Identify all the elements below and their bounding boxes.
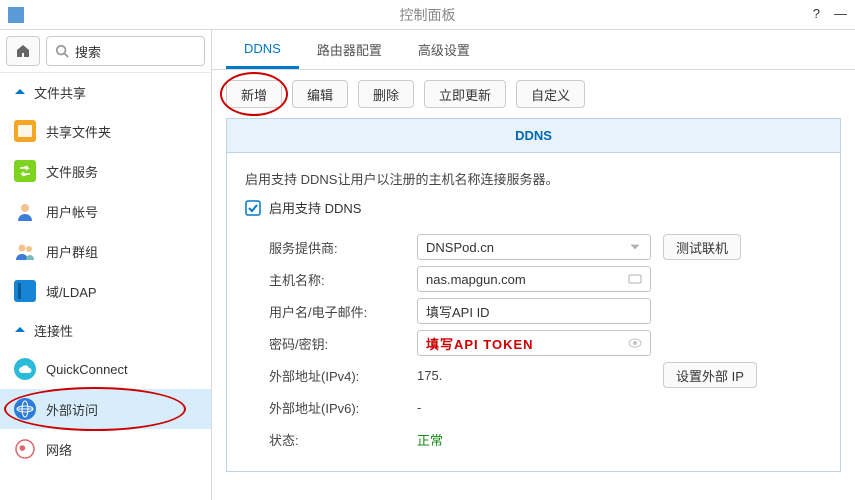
sidebar-item-ldap[interactable]: 域/LDAP (0, 271, 211, 311)
checkbox-checked-icon (245, 200, 261, 216)
username-label: 用户名/电子邮件: (269, 302, 417, 321)
chevron-up-icon (14, 86, 26, 98)
user-icon (15, 201, 35, 221)
password-input[interactable]: 填写API TOKEN (417, 330, 651, 356)
tab-ddns[interactable]: DDNS (226, 31, 299, 69)
update-button[interactable]: 立即更新 (424, 80, 506, 108)
tabs: DDNS 路由器配置 高级设置 (212, 30, 855, 70)
password-label: 密码/密钥: (269, 334, 417, 353)
book-icon (18, 283, 32, 299)
ipv6-label: 外部地址(IPv6): (269, 398, 417, 417)
help-icon[interactable]: ? (813, 6, 820, 21)
group-icon (14, 241, 36, 261)
titlebar: 控制面板 ? — (0, 0, 855, 30)
sidebar-item-network[interactable]: 网络 (0, 429, 211, 469)
sidebar-item-file-services[interactable]: 文件服务 (0, 151, 211, 191)
folder-icon (18, 125, 32, 137)
search-input[interactable]: 搜索 (46, 36, 205, 66)
chevron-up-icon (14, 324, 26, 336)
eye-icon[interactable] (628, 336, 642, 350)
delete-button[interactable]: 删除 (358, 80, 414, 108)
provider-label: 服务提供商: (269, 238, 417, 257)
panel-title: DDNS (227, 119, 840, 153)
search-icon (55, 44, 69, 58)
category-connectivity[interactable]: 连接性 (0, 311, 211, 349)
sidebar-item-shared-folders[interactable]: 共享文件夹 (0, 111, 211, 151)
minimize-icon[interactable]: — (834, 6, 847, 21)
status-label: 状态: (269, 430, 417, 449)
ipv6-value: - (417, 400, 421, 415)
cloud-icon (18, 364, 32, 374)
edit-button[interactable]: 编辑 (292, 80, 348, 108)
search-placeholder: 搜索 (75, 42, 101, 61)
set-external-ip-button[interactable]: 设置外部 IP (663, 362, 757, 388)
ddns-panel: DDNS 启用支持 DDNS让用户以注册的主机名称连接服务器。 启用支持 DDN… (226, 118, 841, 472)
toolbar: 新增 编辑 删除 立即更新 自定义 (212, 70, 855, 118)
ipv4-label: 外部地址(IPv4): (269, 366, 417, 385)
provider-select[interactable]: DNSPod.cn (417, 234, 651, 260)
enable-ddns-checkbox[interactable]: 启用支持 DDNS (245, 198, 822, 217)
panel-description: 启用支持 DDNS让用户以注册的主机名称连接服务器。 (245, 169, 822, 188)
network-icon (15, 439, 35, 459)
sidebar-item-external-access[interactable]: 外部访问 (0, 389, 211, 429)
transfer-icon (18, 165, 32, 177)
tab-router[interactable]: 路由器配置 (299, 30, 400, 69)
chevron-down-icon (628, 240, 642, 254)
sidebar-item-users[interactable]: 用户帐号 (0, 191, 211, 231)
window-title: 控制面板 (400, 5, 456, 25)
category-fileshare[interactable]: 文件共享 (0, 73, 211, 111)
globe-icon (16, 400, 34, 418)
custom-button[interactable]: 自定义 (516, 80, 585, 108)
add-button[interactable]: 新增 (226, 80, 282, 108)
home-icon (15, 43, 31, 59)
hostname-label: 主机名称: (269, 270, 417, 289)
status-value: 正常 (417, 430, 443, 449)
hostname-input[interactable]: nas.mapgun.com (417, 266, 651, 292)
tab-advanced[interactable]: 高级设置 (400, 30, 488, 69)
test-connection-button[interactable]: 测试联机 (663, 234, 741, 260)
sidebar-item-groups[interactable]: 用户群组 (0, 231, 211, 271)
app-icon (8, 7, 24, 23)
home-button[interactable] (6, 36, 40, 66)
keyboard-icon (628, 272, 642, 286)
sidebar: 搜索 文件共享 共享文件夹 文件服务 用户帐号 用户群组 域/LDAP (0, 30, 212, 500)
ipv4-value: 175. (417, 368, 651, 383)
username-input[interactable]: 填写API ID (417, 298, 651, 324)
sidebar-item-quickconnect[interactable]: QuickConnect (0, 349, 211, 389)
